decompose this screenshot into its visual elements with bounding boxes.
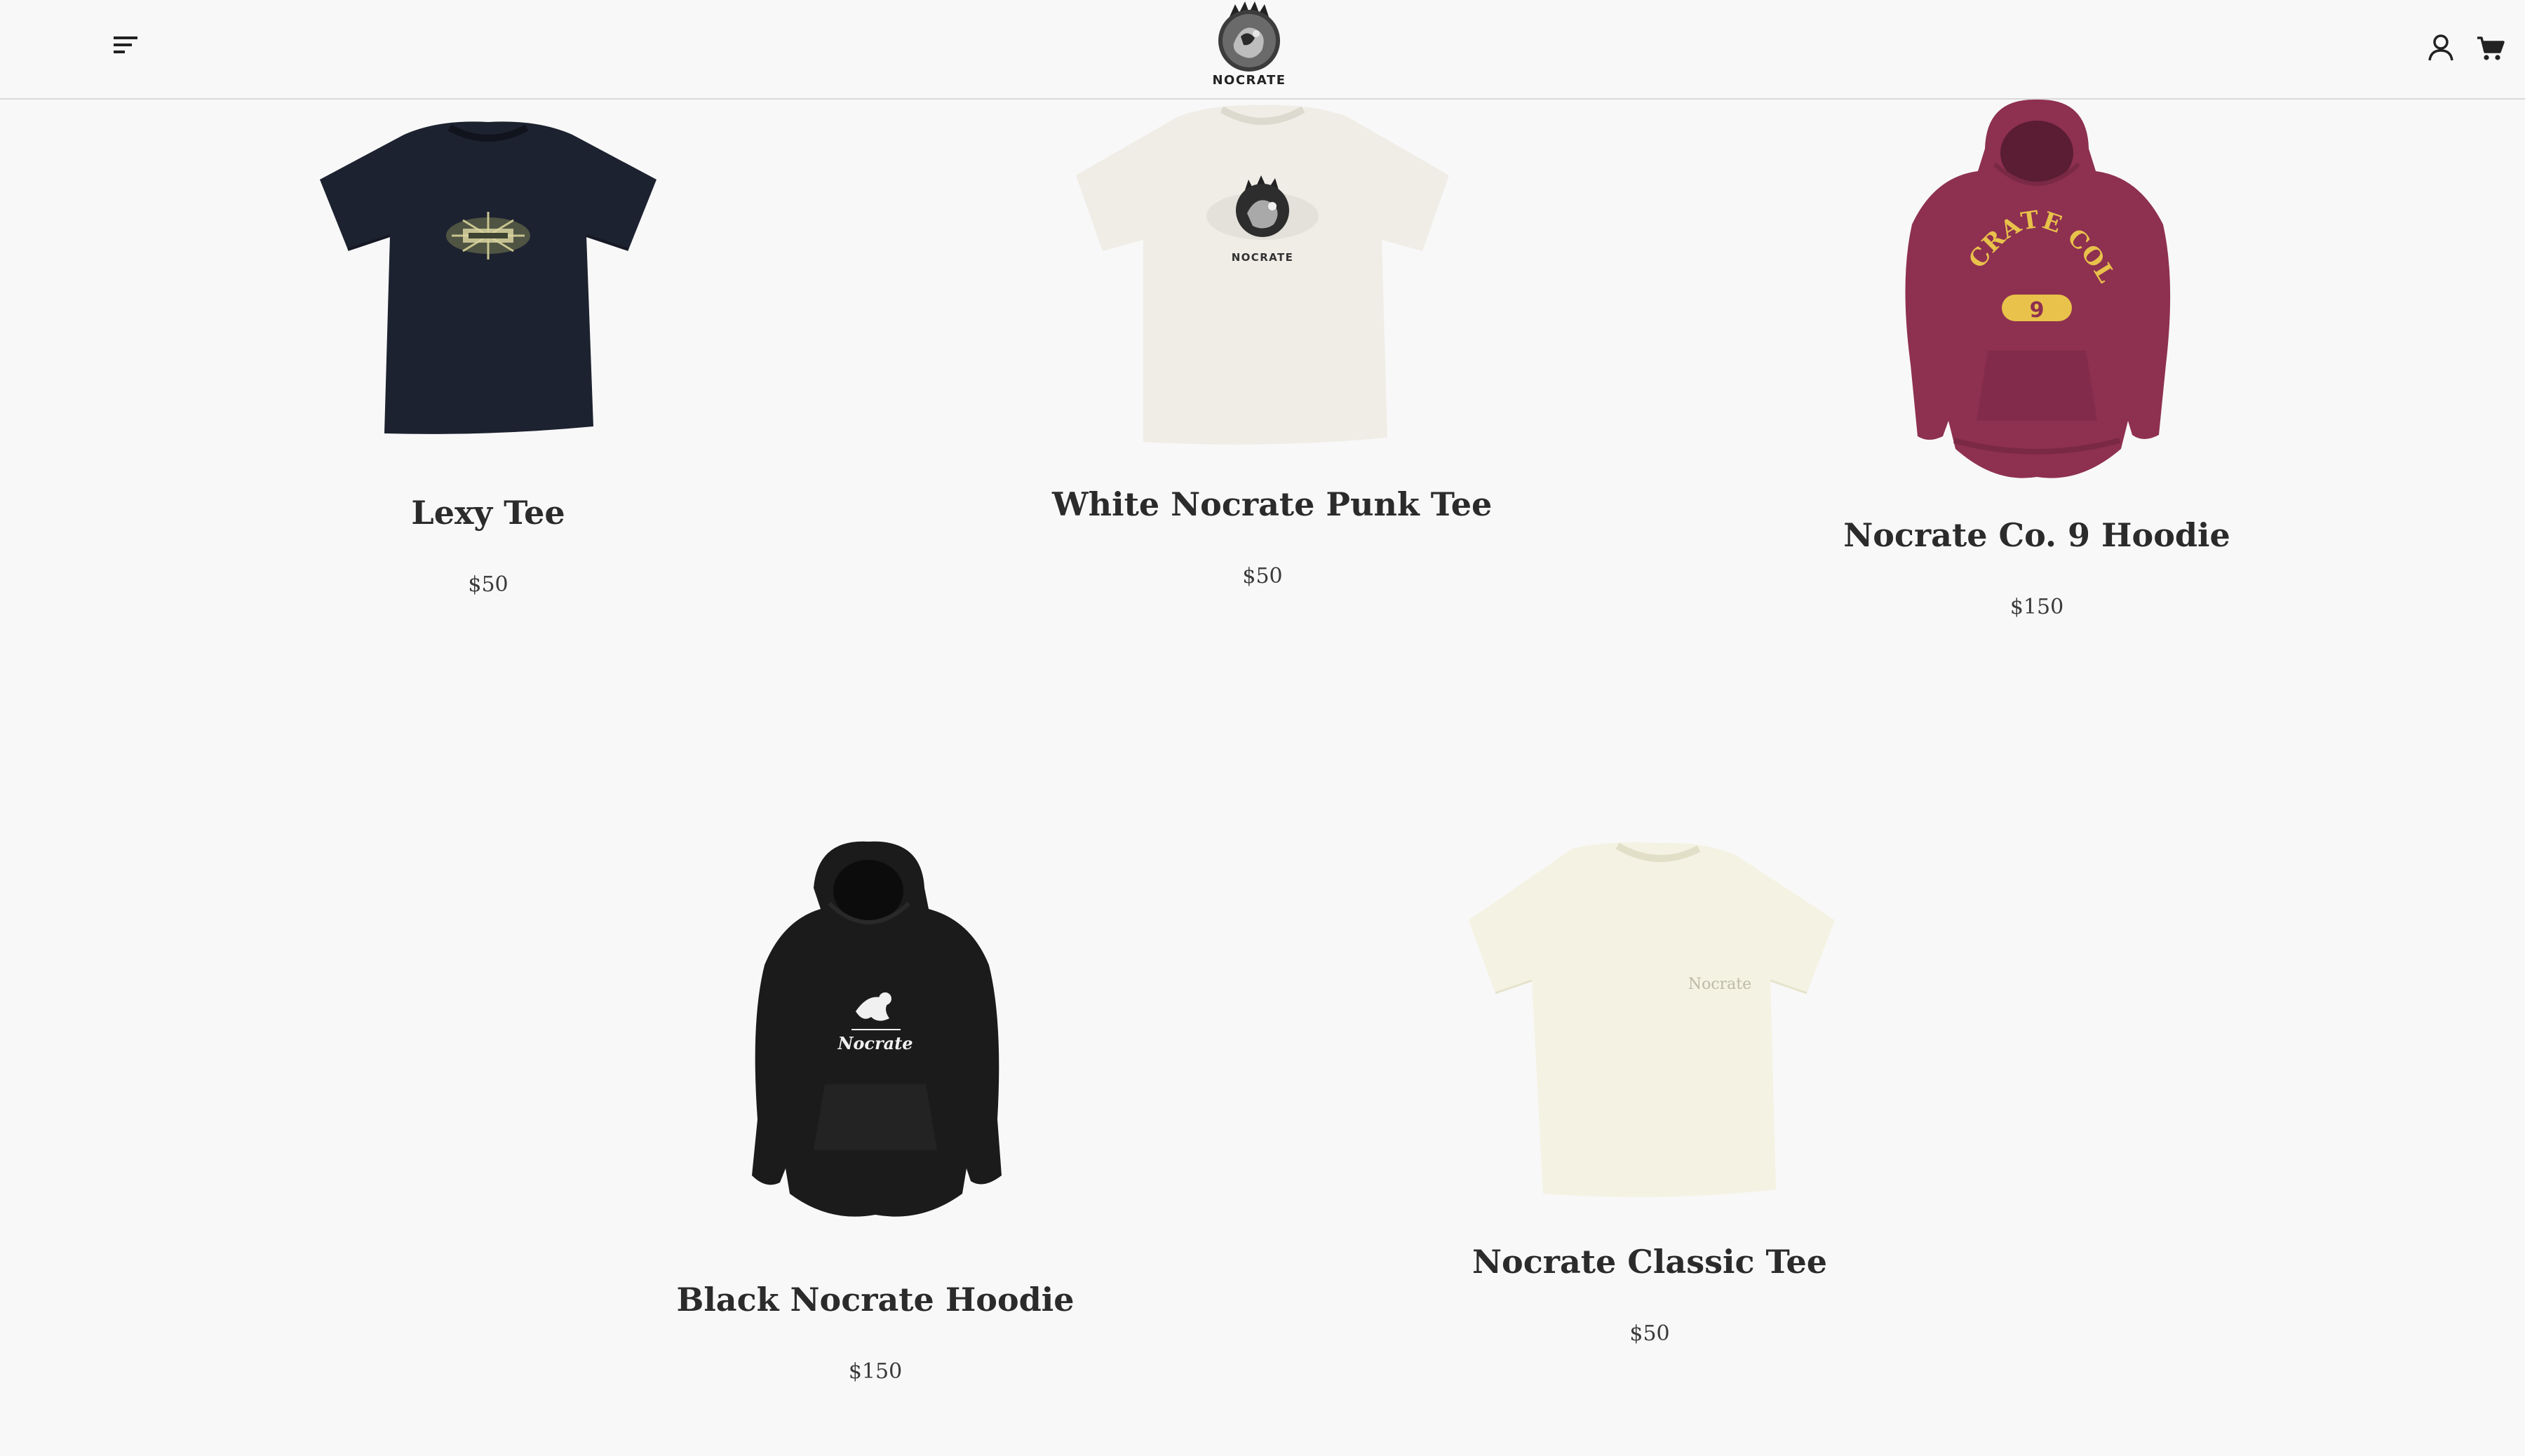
punk-tee-print-text: NOCRATE [1232,251,1294,264]
product-price: $150 [2009,595,2064,619]
co9-print-number: 9 [2030,298,2045,323]
product-title[interactable]: Nocrate Classic Tee [1439,1243,1860,1281]
logo-emblem-icon [1218,1,1280,72]
product-title[interactable]: Black Nocrate Hoodie [665,1281,1086,1319]
product-card-nocrate-classic-tee[interactable]: Nocrate Nocrate Classic Tee $50 [1439,839,1860,1346]
product-title[interactable]: White Nocrate Punk Tee [1052,485,1492,523]
cart-button[interactable] [2476,35,2505,62]
classic-tee-print-text: Nocrate [1688,976,1751,993]
product-image-lexy-tee[interactable] [299,112,678,449]
product-price: $50 [468,572,509,597]
product-image-white-nocrate-punk-tee[interactable]: NOCRATE [1066,102,1459,449]
product-card-black-nocrate-hoodie[interactable]: Nocrate Black Nocrate Hoodie $150 [665,839,1086,1384]
black-hoodie-print-text: Nocrate [837,1033,913,1053]
product-card-lexy-tee[interactable]: Lexy Tee $50 [278,112,699,597]
brand-name: NOCRATE [1212,73,1286,88]
menu-button[interactable] [111,32,142,58]
cart-icon [2477,36,2505,60]
product-price: $150 [848,1359,903,1384]
product-image-nocrate-classic-tee[interactable]: Nocrate [1453,839,1846,1204]
menu-icon [114,36,137,53]
user-icon [2428,34,2453,61]
product-card-nocrate-co-9-hoodie[interactable]: NOCRATE COLL. 9 Nocrate Co. 9 Hoodie $15… [1826,98,2247,619]
product-title[interactable]: Lexy Tee [278,494,699,532]
site-header: NOCRATE [0,0,2525,100]
brand-logo[interactable]: NOCRATE [1212,1,1286,94]
product-image-nocrate-co-9-hoodie[interactable]: NOCRATE COLL. 9 [1897,98,2177,491]
product-price: $50 [1629,1321,1670,1346]
product-price: $50 [1242,564,1283,588]
product-title[interactable]: Nocrate Co. 9 Hoodie [1826,516,2247,554]
account-button[interactable] [2427,34,2455,63]
product-card-white-nocrate-punk-tee[interactable]: NOCRATE White Nocrate Punk Tee $50 [1052,102,1492,588]
product-image-black-nocrate-hoodie[interactable]: Nocrate [735,839,1016,1239]
